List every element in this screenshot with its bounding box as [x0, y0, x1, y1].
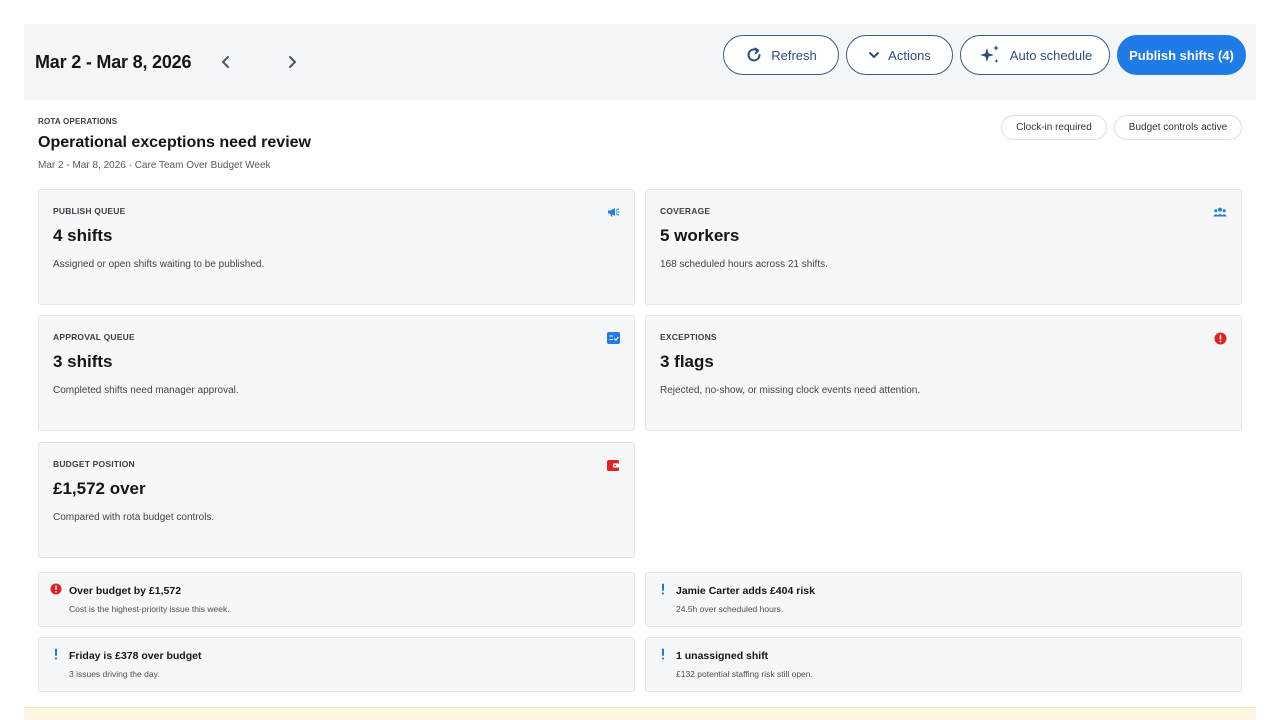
date-range-label: Mar 2 - Mar 8, 2026 — [35, 52, 192, 72]
alert-friday-budget[interactable]: Friday is £378 over budget 3 issues driv… — [38, 637, 635, 692]
page-title: Operational exceptions need review — [38, 134, 311, 151]
exclamation-icon — [657, 583, 669, 595]
budget-position-card[interactable]: BUDGET POSITION £1,572 over Compared wit… — [38, 442, 635, 558]
toolbar: Mar 2 - Mar 8, 2026 Refresh Actions Auto… — [24, 24, 1256, 100]
alert-unassigned-shift[interactable]: 1 unassigned shift £132 potential staffi… — [645, 637, 1242, 692]
alert-description: Cost is the highest-priority issue this … — [69, 604, 230, 614]
publish-shifts-button-label: Publish shifts (4) — [1129, 47, 1234, 63]
alert-worker-risk[interactable]: Jamie Carter adds £404 risk 24.5h over s… — [645, 572, 1242, 627]
alert-title: Jamie Carter adds £404 risk — [676, 585, 815, 597]
alert-description: 24.5h over scheduled hours. — [676, 604, 784, 614]
people-icon — [1213, 205, 1227, 219]
card-label: APPROVAL QUEUE — [53, 332, 135, 342]
card-label: BUDGET POSITION — [53, 459, 135, 469]
card-description: 168 scheduled hours across 21 shifts. — [660, 259, 828, 270]
refresh-icon — [745, 46, 763, 64]
chevron-left-icon — [222, 56, 229, 68]
previous-week-button[interactable] — [214, 50, 238, 74]
alert-title: Friday is £378 over budget — [69, 650, 202, 662]
section-kicker: ROTA OPERATIONS — [38, 117, 118, 126]
alert-description: £132 potential staffing risk still open. — [676, 669, 813, 679]
exclamation-icon — [657, 648, 669, 660]
clock-in-required-badge: Clock-in required — [1001, 115, 1107, 140]
budget-controls-badge: Budget controls active — [1114, 115, 1242, 140]
schedule-grid-header-strip — [24, 707, 1256, 720]
chevron-down-icon — [868, 50, 880, 60]
publish-shifts-button[interactable]: Publish shifts (4) — [1117, 35, 1246, 75]
card-value: 3 shifts — [53, 352, 113, 371]
checklist-icon — [606, 331, 620, 345]
chevron-right-icon — [289, 56, 296, 68]
card-value: 4 shifts — [53, 226, 113, 245]
coverage-card[interactable]: COVERAGE 5 workers 168 scheduled hours a… — [645, 189, 1242, 305]
sparkle-icon — [978, 44, 1002, 66]
card-description: Completed shifts need manager approval. — [53, 385, 239, 396]
alert-title: Over budget by £1,572 — [69, 585, 182, 597]
refresh-button[interactable]: Refresh — [723, 35, 839, 75]
megaphone-icon — [606, 205, 620, 219]
card-description: Compared with rota budget controls. — [53, 512, 215, 523]
error-icon — [1213, 331, 1227, 345]
error-icon — [50, 583, 62, 595]
publish-queue-card[interactable]: PUBLISH QUEUE 4 shifts Assigned or open … — [38, 189, 635, 305]
actions-button[interactable]: Actions — [846, 35, 953, 75]
exclamation-icon — [50, 648, 62, 660]
card-label: PUBLISH QUEUE — [53, 206, 126, 216]
exceptions-card[interactable]: EXCEPTIONS 3 flags Rejected, no-show, or… — [645, 315, 1242, 431]
alert-over-budget[interactable]: Over budget by £1,572 Cost is the highes… — [38, 572, 635, 627]
page-subtitle: Mar 2 - Mar 8, 2026 · Care Team Over Bud… — [38, 160, 271, 171]
auto-schedule-button[interactable]: Auto schedule — [960, 35, 1110, 75]
card-label: COVERAGE — [660, 206, 711, 216]
card-description: Rejected, no-show, or missing clock even… — [660, 385, 921, 396]
next-week-button[interactable] — [280, 50, 304, 74]
card-value: 5 workers — [660, 226, 740, 245]
card-value: 3 flags — [660, 352, 714, 371]
refresh-button-label: Refresh — [771, 47, 817, 63]
auto-schedule-button-label: Auto schedule — [1009, 47, 1093, 63]
card-value: £1,572 over — [53, 479, 146, 498]
alert-description: 3 issues driving the day. — [69, 669, 160, 679]
approval-queue-card[interactable]: APPROVAL QUEUE 3 shifts Completed shifts… — [38, 315, 635, 431]
alert-title: 1 unassigned shift — [676, 650, 769, 662]
card-description: Assigned or open shifts waiting to be pu… — [53, 259, 265, 270]
card-label: EXCEPTIONS — [660, 332, 717, 342]
actions-button-label: Actions — [888, 47, 931, 63]
wallet-icon — [606, 458, 620, 472]
